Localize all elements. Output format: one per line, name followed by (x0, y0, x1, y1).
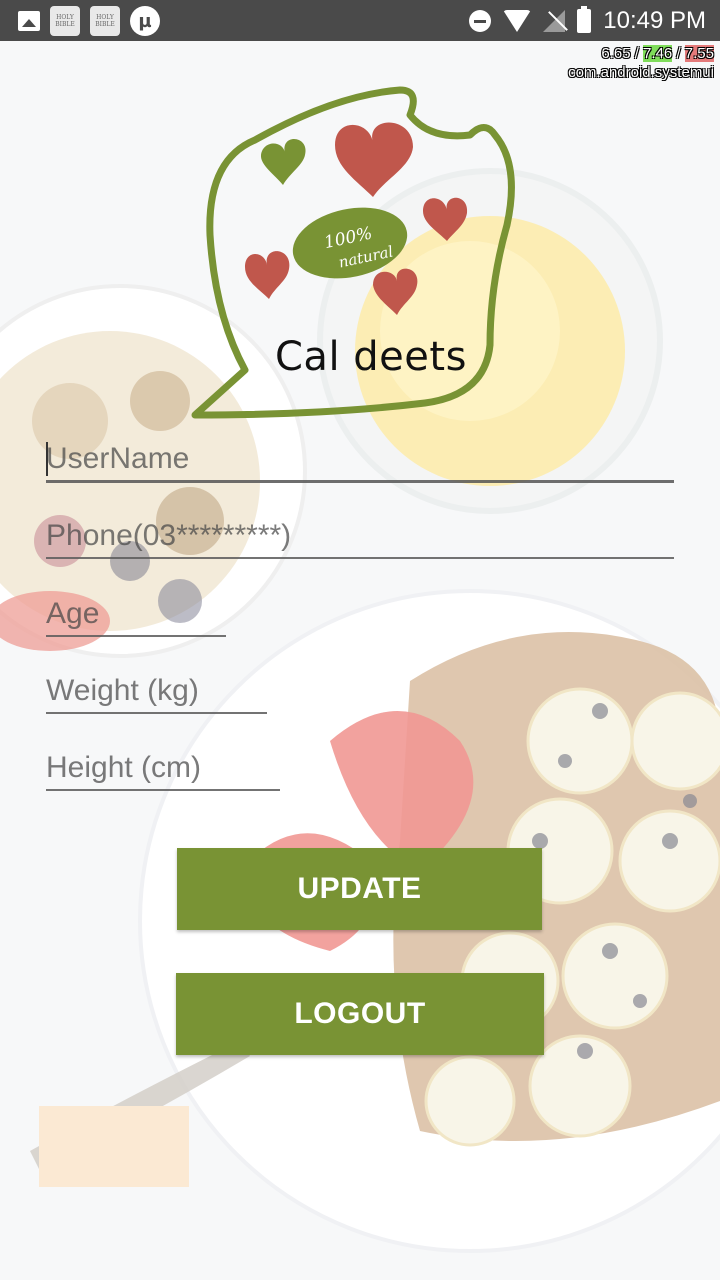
heart-icon (423, 197, 468, 241)
system-icons: 10:49 PM (469, 0, 706, 41)
text-cursor (46, 442, 48, 476)
heart-icon (373, 268, 418, 315)
username-input[interactable] (46, 438, 674, 480)
load-value-1: 6.65 (601, 45, 631, 62)
phone-input[interactable] (46, 515, 674, 557)
process-name: com.android.systemui (568, 64, 714, 81)
bible-app-icon: HOLY BIBLE (90, 6, 120, 36)
status-bar: HOLY BIBLE HOLY BIBLE µ 10:49 PM (0, 0, 720, 41)
update-button[interactable]: UPDATE (177, 848, 542, 930)
height-underline (46, 789, 280, 791)
green-heart-icon (260, 138, 306, 185)
do-not-disturb-icon (469, 9, 492, 32)
ad-banner-placeholder[interactable] (39, 1106, 189, 1187)
load-averages: 6.65 / 7.46 / 7.55 (601, 45, 714, 62)
utorrent-icon: µ (130, 6, 160, 36)
username-underline (46, 480, 674, 483)
bible-app-icon: HOLY BIBLE (50, 6, 80, 36)
username-field[interactable] (46, 438, 674, 483)
no-signal-icon (543, 9, 566, 32)
heart-icon (335, 122, 413, 197)
phone-underline (46, 557, 674, 559)
heart-icon (245, 251, 290, 299)
load-value-3: 7.55 (684, 45, 714, 62)
notification-icons: HOLY BIBLE HOLY BIBLE µ (18, 6, 160, 36)
height-input[interactable] (46, 747, 280, 789)
logout-button[interactable]: LOGOUT (176, 973, 544, 1055)
weight-field[interactable] (46, 670, 267, 714)
cpu-load-overlay: 6.65 / 7.46 / 7.55 com.android.systemui (568, 44, 714, 82)
app-title: Cal deets (275, 334, 467, 380)
age-underline (46, 635, 226, 637)
weight-input[interactable] (46, 670, 267, 712)
phone-field[interactable] (46, 515, 674, 559)
age-input[interactable] (46, 593, 226, 635)
status-time: 10:49 PM (603, 6, 706, 34)
battery-icon (577, 5, 592, 33)
height-field[interactable] (46, 747, 280, 791)
gallery-icon (18, 11, 40, 31)
load-value-2: 7.46 (643, 45, 673, 62)
wifi-icon (503, 9, 532, 32)
weight-underline (46, 712, 267, 714)
age-field[interactable] (46, 593, 226, 637)
